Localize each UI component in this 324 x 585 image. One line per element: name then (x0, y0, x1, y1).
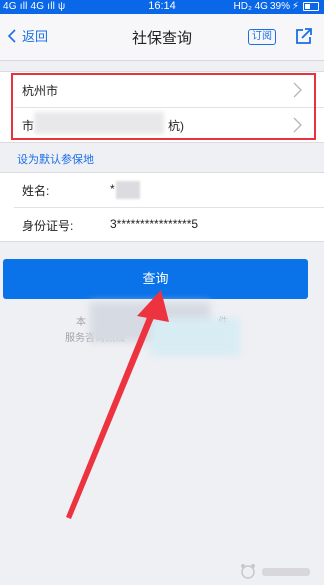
watermark-icon (241, 564, 310, 579)
set-default-link[interactable]: 设为默认参保地 (17, 151, 94, 167)
name-row[interactable]: 姓名: * (0, 174, 324, 206)
subscribe-button[interactable]: 订阅 (248, 29, 276, 45)
nav-bar: 返回 社保查询 订阅 (0, 14, 324, 61)
id-row[interactable]: 身份证号: 3****************5 (0, 209, 324, 241)
note-line1-start: 本 (76, 317, 86, 328)
query-button[interactable]: 查询 (3, 259, 308, 299)
redaction-blur (150, 318, 240, 356)
id-value: 3****************5 (110, 217, 199, 231)
status-bar: 4G ıll 4G ıll ψ 16:14 HD₂ 4G 39% ⚡ (0, 0, 324, 14)
id-label: 身份证号: (22, 219, 74, 233)
name-value: * (110, 182, 115, 196)
charging-icon: ⚡ (291, 1, 299, 12)
name-label: 姓名: (22, 184, 50, 198)
redaction-blur (116, 181, 140, 199)
highlight-box (11, 73, 316, 140)
divider (14, 207, 324, 208)
battery-icon (303, 2, 319, 11)
battery-percent: 39% (269, 1, 290, 12)
share-icon[interactable] (294, 26, 314, 46)
status-right: HD₂ 4G 39% ⚡ (233, 1, 319, 12)
network-indicator: HD₂ 4G (233, 1, 268, 12)
info-card: 姓名: * 身份证号: 3****************5 (0, 172, 324, 242)
